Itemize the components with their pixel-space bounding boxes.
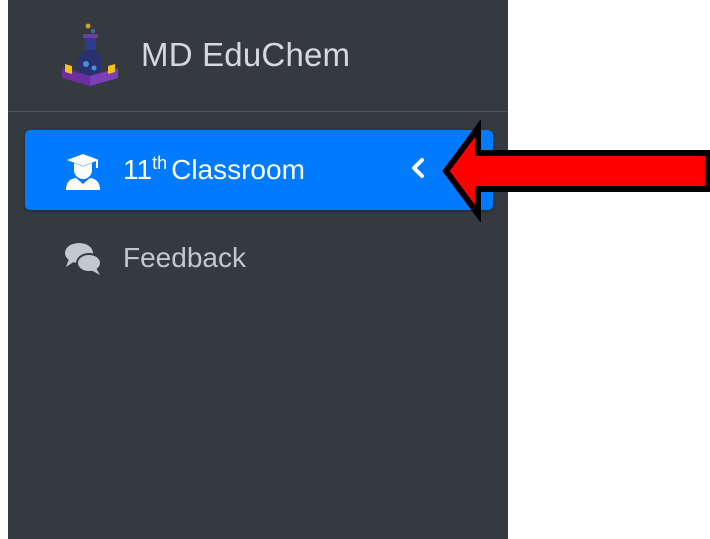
sidebar-item-label: 11th Classroom <box>123 154 305 186</box>
label-number: 11 <box>123 154 153 185</box>
screenshot-stage: MD EduChem 11th Classroom Feedback <box>0 0 710 539</box>
chevron-left-icon[interactable] <box>405 155 431 181</box>
sidebar-item-label: Feedback <box>123 242 246 273</box>
brand-link[interactable]: MD EduChem <box>8 0 508 112</box>
brand-name: MD EduChem <box>141 36 351 73</box>
sidebar-item-11th-classroom[interactable]: 11th Classroom <box>25 130 493 210</box>
label-ordinal-suffix: th <box>152 152 168 173</box>
sidebar-item-feedback[interactable]: Feedback <box>25 218 493 298</box>
annotation-arrow <box>442 120 710 222</box>
label-text: Classroom <box>171 154 305 185</box>
flask-on-book-icon <box>62 23 118 86</box>
main-sidebar: MD EduChem 11th Classroom Feedback <box>8 0 508 539</box>
user-graduate-icon <box>66 154 100 190</box>
comments-icon <box>65 243 102 275</box>
